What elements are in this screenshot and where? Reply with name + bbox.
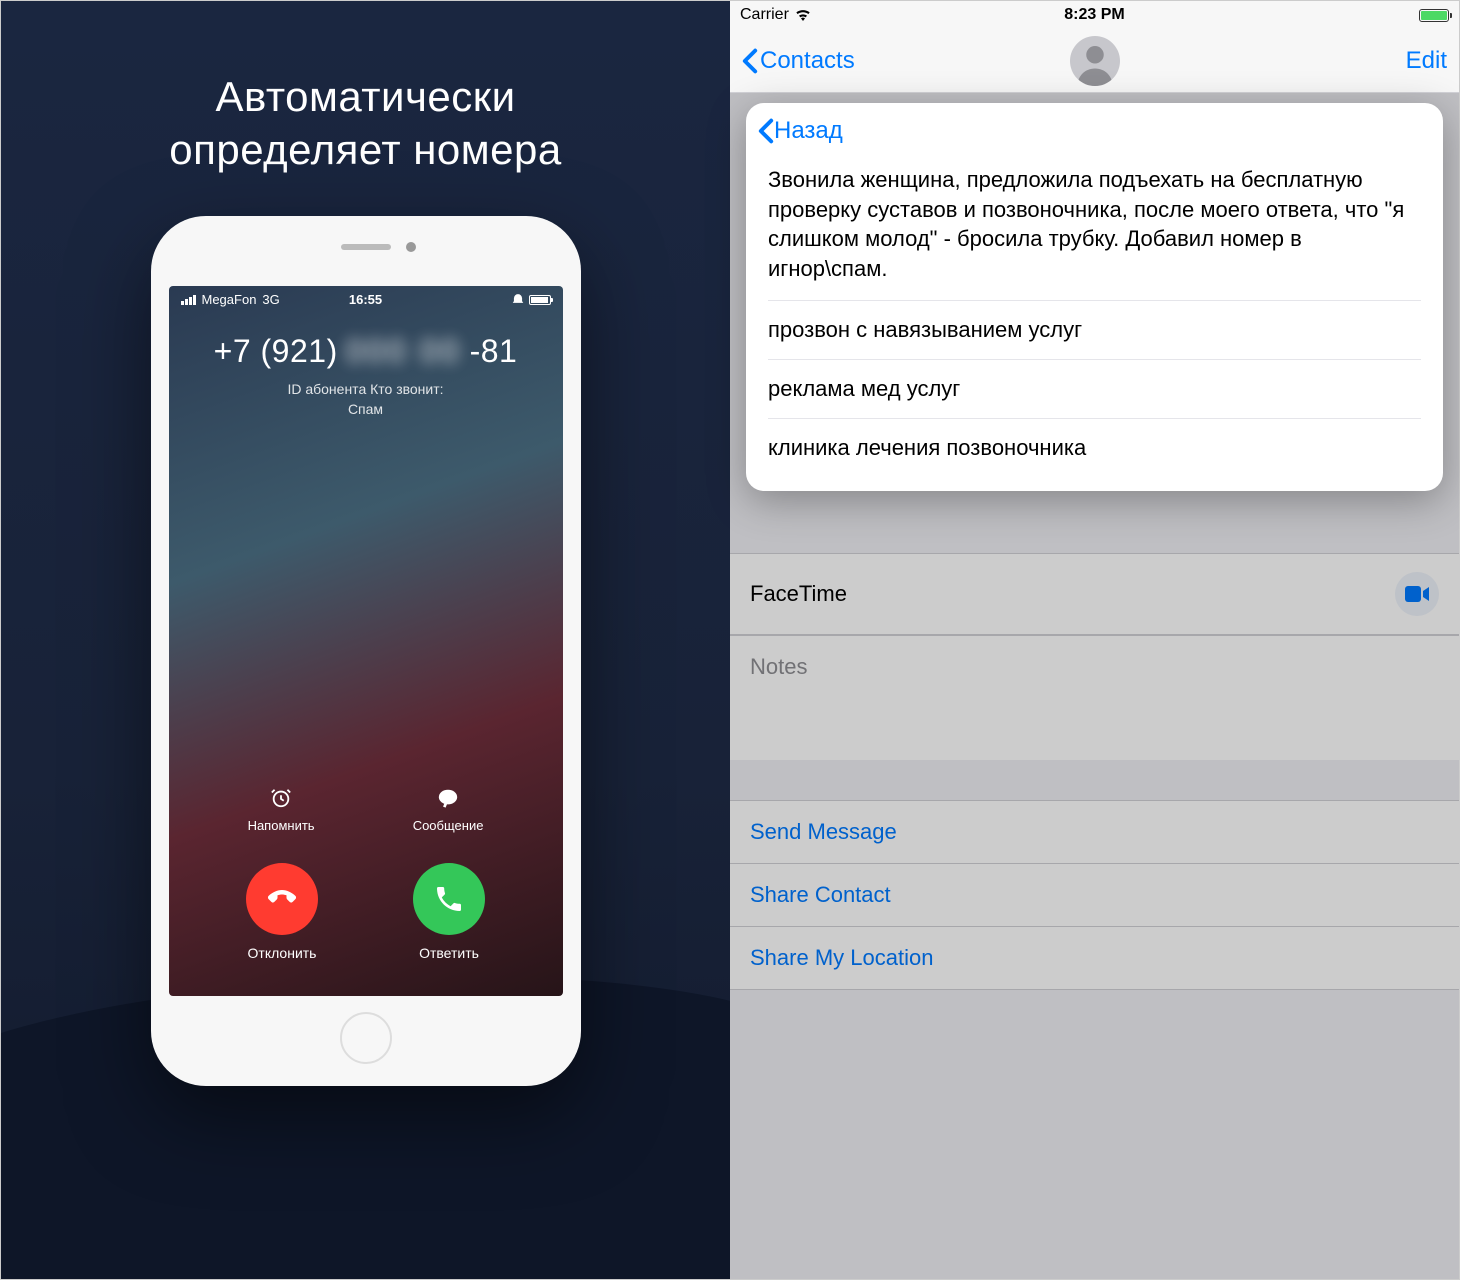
back-button[interactable]: Contacts: [742, 47, 855, 75]
answer-button[interactable]: Ответить: [413, 863, 485, 961]
home-button[interactable]: [340, 1012, 392, 1064]
popup-back-label: Назад: [774, 117, 843, 145]
avatar-placeholder-icon: [1070, 36, 1120, 86]
promo-panel: Автоматически определяет номера MegaFon …: [1, 1, 730, 1279]
chevron-left-icon: [758, 118, 774, 144]
app-container: Автоматически определяет номера MegaFon …: [0, 0, 1460, 1280]
alarm-clock-icon: [269, 786, 293, 810]
answer-label: Ответить: [419, 945, 479, 961]
edit-label: Edit: [1406, 47, 1447, 74]
alarm-icon: [511, 293, 525, 307]
number-masked: 000 00: [346, 333, 462, 370]
network-label: 3G: [262, 292, 279, 307]
chevron-left-icon: [742, 48, 758, 74]
remind-button[interactable]: Напомнить: [248, 786, 315, 833]
contact-avatar: [1070, 36, 1120, 86]
incoming-phone-number: +7 (921) 000 00 -81: [189, 333, 543, 370]
battery-icon: [529, 295, 551, 305]
caller-id-label: ID абонента Кто звонит:: [287, 381, 443, 397]
remind-label: Напомнить: [248, 818, 315, 833]
phone-icon: [433, 883, 465, 915]
ios-screen: Carrier 8:23 PM Contacts: [730, 1, 1459, 1279]
promo-title: Автоматически определяет номера: [169, 71, 562, 176]
caller-id-value: Спам: [348, 401, 383, 417]
comments-popup: Назад Звонила женщина, предложила подъех…: [746, 103, 1443, 491]
phone-camera: [406, 242, 416, 252]
status-time: 8:23 PM: [1064, 6, 1124, 24]
number-suffix: -81: [470, 333, 518, 370]
edit-button[interactable]: Edit: [1406, 47, 1447, 75]
incoming-call-screen: MegaFon 3G 16:55 +7 (921) 000 00 -81: [169, 286, 563, 996]
call-actions: Напомнить Сообщение: [169, 786, 563, 961]
ios-status-bar: Carrier 8:23 PM: [730, 1, 1459, 29]
carrier-label: MegaFon: [202, 292, 257, 307]
number-prefix: +7 (921): [214, 333, 338, 370]
back-label: Contacts: [760, 47, 855, 75]
decline-button[interactable]: Отклонить: [246, 863, 318, 961]
phone-speaker: [341, 244, 391, 250]
status-time: 16:55: [349, 292, 382, 307]
popup-back-button[interactable]: Назад: [758, 117, 843, 145]
comment-item: реклама мед услуг: [768, 360, 1421, 419]
carrier-label: Carrier: [740, 6, 789, 24]
message-icon: [436, 786, 460, 810]
signal-icon: [181, 295, 196, 305]
decline-label: Отклонить: [248, 945, 317, 961]
contact-content: FaceTime Notes Send Message Share Contac…: [730, 93, 1459, 1279]
message-button[interactable]: Сообщение: [413, 786, 484, 833]
contact-screen-panel: Carrier 8:23 PM Contacts: [730, 1, 1459, 1279]
wifi-icon: [795, 9, 811, 21]
phone-down-icon: [264, 881, 300, 917]
battery-icon: [1419, 9, 1449, 22]
promo-line-2: определяет номера: [169, 126, 562, 173]
call-info: +7 (921) 000 00 -81 ID абонента Кто звон…: [169, 333, 563, 419]
main-comment: Звонила женщина, предложила подъехать на…: [768, 155, 1421, 301]
phone-mockup: MegaFon 3G 16:55 +7 (921) 000 00 -81: [151, 216, 581, 1086]
nav-bar: Contacts Edit: [730, 29, 1459, 93]
comment-item: прозвон с навязыванием услуг: [768, 301, 1421, 360]
comment-item: клиника лечения позвоночника: [768, 419, 1421, 477]
promo-line-1: Автоматически: [215, 73, 515, 120]
caller-id: ID абонента Кто звонит: Спам: [189, 380, 543, 419]
call-status-bar: MegaFon 3G 16:55: [169, 286, 563, 313]
message-label: Сообщение: [413, 818, 484, 833]
